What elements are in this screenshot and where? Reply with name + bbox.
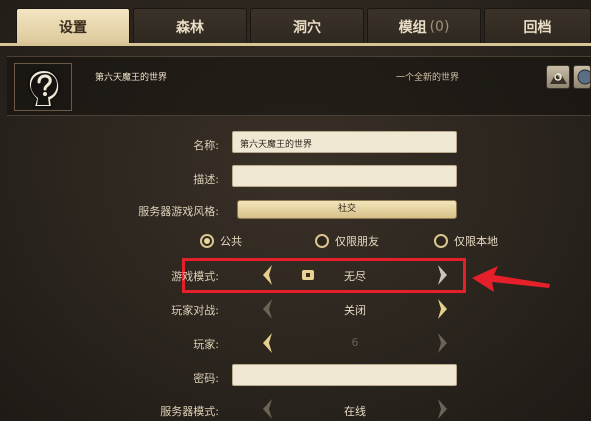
game-mode-next-arrow[interactable] — [437, 264, 449, 286]
pvp-label: 玩家对战: — [171, 304, 219, 317]
pvp-value: 关闭 — [344, 304, 366, 317]
radio-public[interactable]: 公共 — [200, 233, 242, 249]
tab-label: 模组 — [398, 19, 427, 36]
pvp-next-arrow[interactable] — [437, 298, 449, 320]
description-input[interactable] — [232, 165, 457, 187]
tab-label: 洞穴 — [293, 19, 321, 36]
game-mode-value: 无尽 — [344, 270, 366, 283]
tab-label: 回档 — [523, 19, 552, 36]
password-input[interactable] — [232, 364, 457, 386]
players-next-arrow[interactable] — [437, 332, 449, 354]
name-input[interactable]: 第六天魔王的世界 — [232, 131, 457, 153]
mods-count: (0) — [429, 18, 450, 35]
tab-bar: 设置 森林 洞穴 模组 (0) 回档 — [0, 0, 591, 46]
radio-circle — [434, 234, 448, 248]
tab-forest[interactable]: 森林 — [133, 8, 247, 44]
game-mode-label: 游戏模式: — [171, 270, 219, 283]
server-style-label: 服务器游戏风格: — [138, 205, 219, 218]
game-settings-screen: 设置 森林 洞穴 模组 (0) 回档 第六天魔王的世界 一个全新的世界 名称: … — [0, 0, 591, 421]
red-pointer-arrow — [472, 266, 550, 292]
tab-label: 设置 — [59, 19, 87, 36]
name-label: 名称: — [193, 139, 219, 152]
world-name: 第六天魔王的世界 — [95, 73, 168, 83]
question-mark-head-icon — [27, 68, 61, 108]
server-mode-label: 服务器模式: — [160, 405, 219, 418]
server-style-button[interactable]: 社交 — [237, 200, 457, 219]
description-label: 描述: — [193, 173, 219, 186]
world-icon-button[interactable] — [14, 63, 72, 111]
tab-rollback[interactable]: 回档 — [484, 8, 591, 44]
tab-underline — [0, 43, 591, 46]
globe-icon — [577, 69, 591, 85]
radio-circle — [315, 234, 329, 248]
radio-label: 仅限本地 — [454, 235, 498, 248]
mountain-icon — [550, 73, 567, 84]
world-header: 第六天魔王的世界 一个全新的世界 — [7, 56, 591, 116]
radio-friends-only[interactable]: 仅限朋友 — [315, 233, 379, 249]
tab-caves[interactable]: 洞穴 — [250, 8, 364, 44]
tab-settings[interactable]: 设置 — [16, 8, 130, 44]
radio-local-only[interactable]: 仅限本地 — [434, 233, 498, 249]
players-value: 6 — [351, 336, 359, 349]
tab-mods[interactable]: 模组 (0) — [367, 8, 481, 44]
radio-label: 仅限朋友 — [335, 235, 379, 248]
radio-label: 公共 — [220, 235, 242, 248]
map-button[interactable] — [546, 65, 570, 89]
players-label: 玩家: — [193, 338, 219, 351]
world-subtitle: 一个全新的世界 — [396, 73, 460, 83]
password-label: 密码: — [193, 372, 219, 385]
tab-label: 森林 — [176, 19, 204, 36]
radio-circle — [200, 234, 214, 248]
globe-button[interactable] — [573, 65, 591, 89]
server-mode-next-arrow[interactable] — [437, 398, 449, 420]
server-mode-value: 在线 — [344, 405, 366, 418]
